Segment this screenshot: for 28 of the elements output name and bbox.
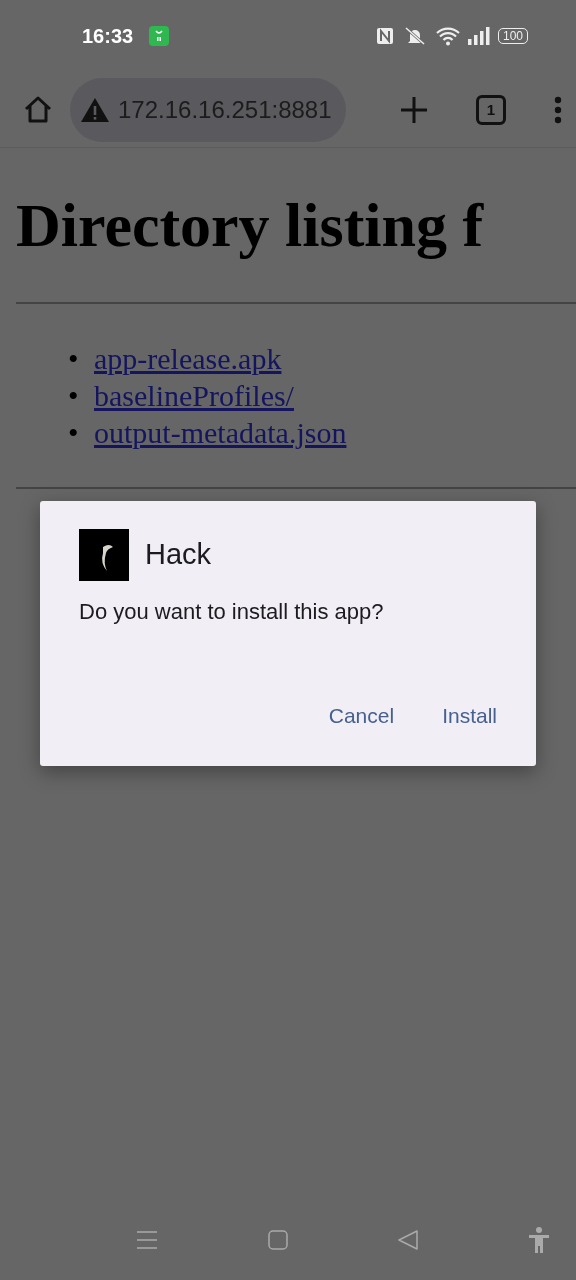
page-heading: Directory listing f bbox=[16, 190, 485, 261]
app-name: Hack bbox=[145, 537, 212, 573]
file-link[interactable]: app-release.apk bbox=[94, 342, 282, 375]
app-icon bbox=[79, 529, 129, 581]
bullet-mark: • bbox=[68, 378, 80, 414]
tab-count-button[interactable]: 1 bbox=[476, 94, 506, 125]
accessibility-icon[interactable] bbox=[528, 1227, 550, 1253]
cancel-button[interactable]: Cancel bbox=[328, 700, 395, 732]
app-notification-icon bbox=[149, 26, 170, 46]
install-question: Do you want to install this app? bbox=[79, 598, 385, 626]
install-button[interactable]: Install bbox=[442, 700, 497, 732]
status-time: 16:33 bbox=[82, 24, 134, 49]
home-icon[interactable] bbox=[268, 1230, 288, 1250]
wifi-icon bbox=[435, 26, 460, 46]
bullet-mark: • bbox=[68, 341, 80, 377]
file-link[interactable]: output-metadata.json bbox=[94, 416, 347, 449]
more-icon[interactable] bbox=[554, 95, 562, 124]
back-icon[interactable] bbox=[398, 1230, 418, 1250]
nfc-icon bbox=[375, 27, 394, 45]
plus-icon[interactable] bbox=[400, 95, 428, 124]
bullet-mark: • bbox=[68, 415, 80, 451]
warning-icon bbox=[80, 96, 110, 123]
file-link[interactable]: baselineProfiles/ bbox=[94, 379, 294, 412]
address-bar[interactable]: 172.16.16.251:8881 bbox=[70, 77, 346, 142]
url-text: 172.16.16.251:8881 bbox=[118, 94, 332, 125]
signal-icon bbox=[467, 27, 490, 45]
battery-level: 100 bbox=[497, 28, 528, 44]
menu-icon[interactable] bbox=[136, 1230, 158, 1250]
